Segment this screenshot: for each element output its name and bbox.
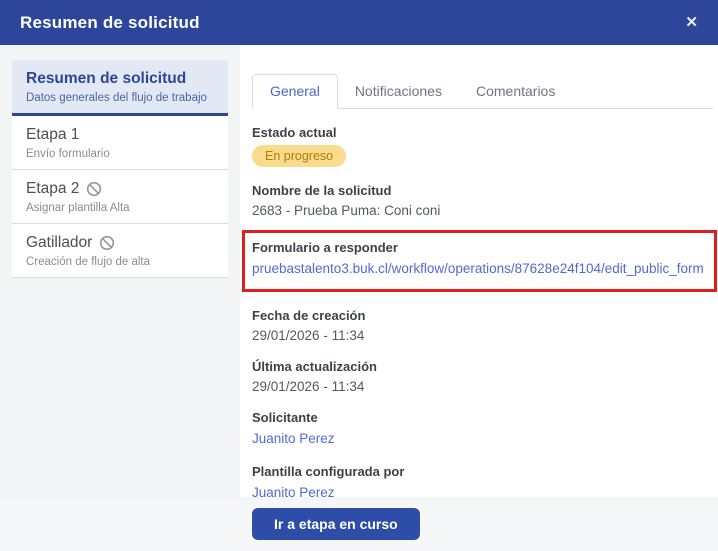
modal-footer: Ir a etapa en curso <box>0 497 718 551</box>
modal-header: Resumen de solicitud ✕ <box>0 0 718 45</box>
field-label: Formulario a responder <box>252 240 704 255</box>
field-formulario-responder: Formulario a responder pruebastalento3.b… <box>252 240 704 278</box>
sidebar-column: Resumen de solicitud Datos generales del… <box>0 45 240 497</box>
content-panel: General Notificaciones Comentarios Estad… <box>240 45 718 497</box>
tab-general[interactable]: General <box>252 74 338 109</box>
field-label: Solicitante <box>252 410 713 425</box>
sidebar-item-etapa-2[interactable]: Etapa 2 Asignar plantilla Alta <box>12 170 228 224</box>
field-label: Nombre de la solicitud <box>252 183 713 198</box>
field-estado-actual: Estado actual En progreso <box>252 125 713 167</box>
field-fecha-creacion: Fecha de creación 29/01/2026 - 11:34 <box>252 308 713 343</box>
request-summary-modal: Resumen de solicitud ✕ Resumen de solici… <box>0 0 718 551</box>
field-value: 29/01/2026 - 11:34 <box>252 379 713 394</box>
sidebar-item-title: Etapa 2 <box>26 180 79 198</box>
sidebar-item-title: Gatillador <box>26 234 92 252</box>
form-url-link[interactable]: pruebastalento3.buk.cl/workflow/operatio… <box>252 261 704 276</box>
sidebar-item-subtitle: Datos generales del flujo de trabajo <box>26 92 214 104</box>
modal-title: Resumen de solicitud <box>20 13 200 33</box>
tab-bar: General Notificaciones Comentarios <box>252 74 713 109</box>
sidebar-item-subtitle: Asignar plantilla Alta <box>26 202 214 214</box>
sidebar-item-subtitle: Envío formulario <box>26 148 214 160</box>
status-badge: En progreso <box>252 145 346 167</box>
blocked-icon <box>99 235 115 251</box>
sidebar: Resumen de solicitud Datos generales del… <box>12 60 228 278</box>
sidebar-item-title: Resumen de solicitud <box>26 70 214 88</box>
go-to-current-stage-button[interactable]: Ir a etapa en curso <box>252 508 420 540</box>
field-value: 2683 - Prueba Puma: Coni coni <box>252 203 713 218</box>
tab-notificaciones[interactable]: Notificaciones <box>338 75 459 108</box>
field-label: Última actualización <box>252 359 713 374</box>
field-value: 29/01/2026 - 11:34 <box>252 328 713 343</box>
field-label: Estado actual <box>252 125 713 140</box>
sidebar-item-resumen[interactable]: Resumen de solicitud Datos generales del… <box>12 60 228 116</box>
sidebar-item-gatillador[interactable]: Gatillador Creación de flujo de alta <box>12 224 228 278</box>
tab-comentarios[interactable]: Comentarios <box>459 75 572 108</box>
annotation-red-box: Formulario a responder pruebastalento3.b… <box>242 230 717 292</box>
field-nombre-solicitud: Nombre de la solicitud 2683 - Prueba Pum… <box>252 183 713 218</box>
close-icon[interactable]: ✕ <box>685 15 698 30</box>
solicitante-link[interactable]: Juanito Perez <box>252 431 335 446</box>
field-label: Plantilla configurada por <box>252 464 713 479</box>
blocked-icon <box>86 181 102 197</box>
field-solicitante: Solicitante Juanito Perez <box>252 410 713 448</box>
sidebar-item-subtitle: Creación de flujo de alta <box>26 256 214 268</box>
field-label: Fecha de creación <box>252 308 713 323</box>
field-ultima-actualizacion: Última actualización 29/01/2026 - 11:34 <box>252 359 713 394</box>
sidebar-item-etapa-1[interactable]: Etapa 1 Envío formulario <box>12 116 228 170</box>
sidebar-item-title: Etapa 1 <box>26 126 214 144</box>
modal-body: Resumen de solicitud Datos generales del… <box>0 45 718 497</box>
